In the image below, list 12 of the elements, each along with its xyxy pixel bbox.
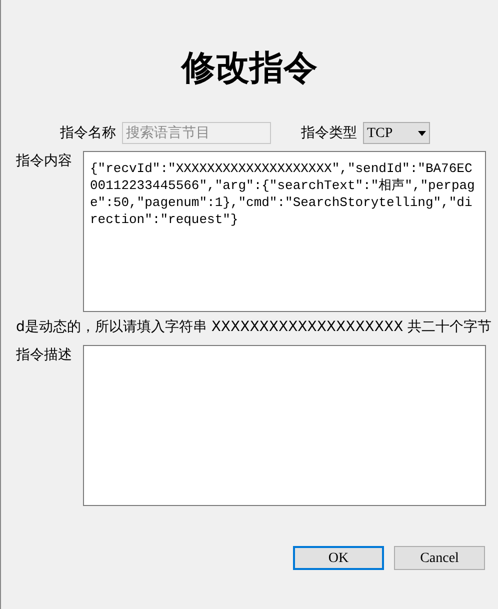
content-field[interactable]: {"recvId":"XXXXXXXXXXXXXXXXXXXX","sendId":"BA76EC00112233445566","arg":{"searchText":"相声","perpage":50,"pagenum":1},"cmd":"SearchStorytelling","direction":"request"} bbox=[83, 151, 486, 312]
description-label: 指令描述 bbox=[16, 346, 73, 365]
note-text: d是动态的，所以请填入字符串 XXXXXXXXXXXXXXXXXXXX 共二十个字节 bbox=[16, 318, 493, 337]
caret-icon bbox=[418, 130, 426, 136]
type-dropdown[interactable]: TCP bbox=[363, 122, 430, 144]
dialog-title: 修改指令 bbox=[180, 47, 318, 90]
description-field[interactable] bbox=[83, 345, 486, 506]
type-label: 指令类型 bbox=[301, 124, 357, 142]
name-label: 指令名称 bbox=[60, 124, 116, 142]
content-label: 指令内容 bbox=[16, 152, 73, 171]
dialog-button[interactable]: Cancel bbox=[394, 546, 485, 570]
dialog-button[interactable]: OK bbox=[293, 546, 384, 570]
